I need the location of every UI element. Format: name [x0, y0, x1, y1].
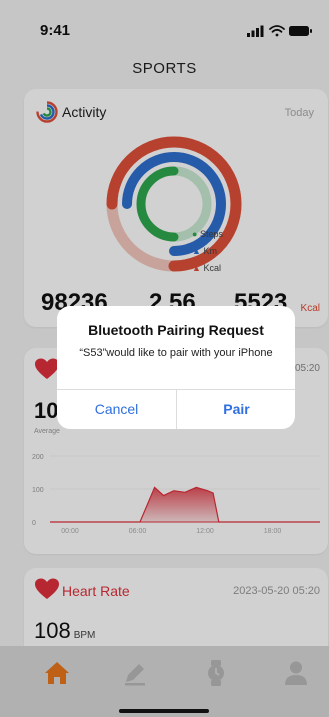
pair-button[interactable]: Pair — [177, 390, 295, 429]
dialog-title: Bluetooth Pairing Request — [88, 322, 264, 338]
bluetooth-pairing-dialog: Bluetooth Pairing Request “S53”would lik… — [57, 306, 295, 429]
app-screen: 9:41 SPORTS Activity Today ● Steps ▲ Km … — [0, 0, 329, 717]
cancel-button[interactable]: Cancel — [57, 390, 176, 429]
home-indicator — [119, 709, 209, 713]
dialog-message: “S53”would like to pair with your iPhone — [79, 347, 273, 359]
